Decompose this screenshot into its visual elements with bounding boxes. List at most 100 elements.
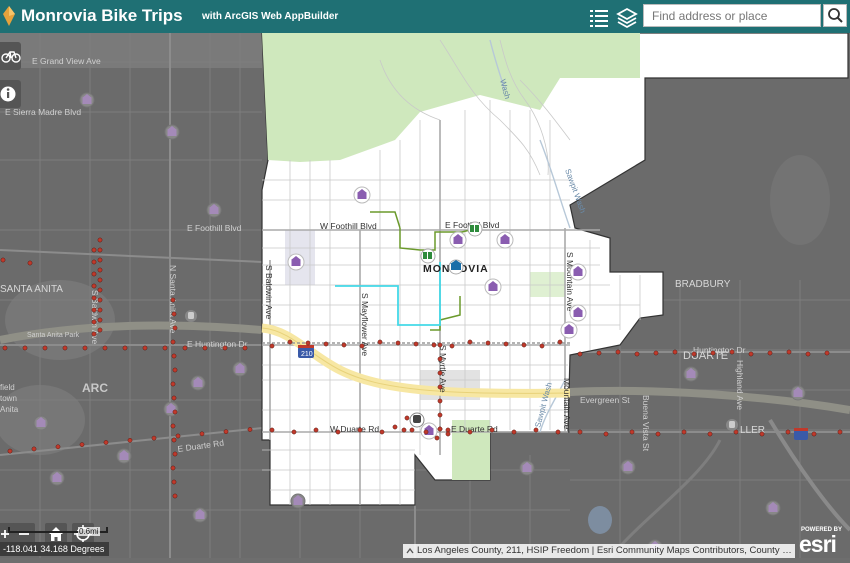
bike-widget-button[interactable] <box>0 42 21 70</box>
bike-trip-point[interactable] <box>91 247 97 253</box>
bike-trip-point[interactable] <box>305 340 311 346</box>
bike-trip-point[interactable] <box>91 259 97 265</box>
bike-trip-point[interactable] <box>786 349 792 355</box>
bike-trip-point[interactable] <box>91 307 97 313</box>
bike-trip-point[interactable] <box>521 342 527 348</box>
library-marker-2[interactable] <box>420 248 436 264</box>
bike-trip-point[interactable] <box>171 437 177 443</box>
school-poi-icon[interactable] <box>190 375 206 391</box>
bike-trip-point[interactable] <box>437 370 443 376</box>
bike-trip-point[interactable] <box>434 435 440 441</box>
bike-trip-point[interactable] <box>287 339 293 345</box>
bike-trip-point[interactable] <box>392 424 398 430</box>
bike-trip-point[interactable] <box>97 277 103 283</box>
bike-trip-point[interactable] <box>629 429 635 435</box>
bike-trip-point[interactable] <box>82 345 88 351</box>
bike-trip-point[interactable] <box>172 325 178 331</box>
bike-trip-point[interactable] <box>423 429 429 435</box>
layer-list-button[interactable] <box>586 4 612 30</box>
bike-trip-point[interactable] <box>824 350 830 356</box>
esri-logo[interactable]: POWERED BY esri <box>797 527 847 557</box>
school-poi-icon[interactable] <box>287 253 305 271</box>
bike-trip-point[interactable] <box>42 345 48 351</box>
bike-trip-point[interactable] <box>22 345 28 351</box>
bike-trip-point[interactable] <box>672 349 678 355</box>
bike-trip-point[interactable] <box>27 260 33 266</box>
bike-trip-point[interactable] <box>97 297 103 303</box>
bike-trip-point[interactable] <box>467 339 473 345</box>
bike-trip-point[interactable] <box>437 384 443 390</box>
bike-trip-point[interactable] <box>748 351 754 357</box>
bike-trip-point[interactable] <box>170 297 176 303</box>
school-poi-icon[interactable] <box>116 448 132 464</box>
bike-trip-point[interactable] <box>634 351 640 357</box>
bike-trip-point[interactable] <box>91 271 97 277</box>
bike-trip-point[interactable] <box>97 267 103 273</box>
bike-trip-point[interactable] <box>811 431 817 437</box>
bike-trip-point[interactable] <box>182 345 188 351</box>
bike-trip-point[interactable] <box>557 339 563 345</box>
map-view[interactable]: 210 E Grand View Ave E Sierra Madre Blvd… <box>0 32 850 559</box>
bike-trip-point[interactable] <box>437 426 443 432</box>
school-poi-icon[interactable] <box>192 507 208 523</box>
school-poi-icon[interactable] <box>232 361 248 377</box>
school-poi-icon[interactable] <box>79 92 95 108</box>
bike-trip-point[interactable] <box>2 345 8 351</box>
bike-trip-point[interactable] <box>172 493 178 499</box>
bike-trip-point[interactable] <box>533 427 539 433</box>
bike-trip-point[interactable] <box>313 427 319 433</box>
bike-trip-point[interactable] <box>170 381 176 387</box>
bike-trip-point[interactable] <box>55 444 61 450</box>
bike-trip-point[interactable] <box>127 437 133 443</box>
bike-trip-point[interactable] <box>431 342 437 348</box>
library-marker[interactable] <box>467 221 483 237</box>
bike-trip-point[interactable] <box>357 427 363 433</box>
bike-trip-point[interactable] <box>172 451 178 457</box>
bike-trip-point[interactable] <box>170 465 176 471</box>
bike-trip-point[interactable] <box>437 356 443 362</box>
school-poi-icon[interactable] <box>790 385 806 401</box>
bike-trip-point[interactable] <box>837 429 843 435</box>
bike-trip-point[interactable] <box>511 429 517 435</box>
bike-trip-point[interactable] <box>467 429 473 435</box>
school-poi-icon[interactable] <box>569 304 587 322</box>
bike-trip-point[interactable] <box>395 340 401 346</box>
bike-trip-point[interactable] <box>247 427 253 432</box>
bike-trip-point[interactable] <box>151 435 157 441</box>
school-poi-icon[interactable] <box>420 422 438 440</box>
bike-trip-point[interactable] <box>437 412 443 418</box>
bike-trip-point[interactable] <box>172 367 178 373</box>
bike-trip-point[interactable] <box>335 429 341 435</box>
search-input[interactable] <box>650 5 824 27</box>
attribution-toggle-icon[interactable] <box>406 547 414 555</box>
bike-trip-point[interactable] <box>91 295 97 301</box>
map-canvas[interactable]: 210 E Grand View Ave E Sierra Madre Blvd… <box>0 32 850 559</box>
school-poi-icon[interactable] <box>569 263 587 281</box>
bike-trip-point[interactable] <box>269 343 275 349</box>
bike-trip-point[interactable] <box>142 345 148 351</box>
bike-trip-point[interactable] <box>222 345 228 351</box>
bike-trip-point[interactable] <box>170 423 176 429</box>
bike-trip-point[interactable] <box>359 343 365 349</box>
school-poi-icon[interactable] <box>290 493 306 509</box>
bike-trip-point[interactable] <box>323 341 329 347</box>
bike-trip-point[interactable] <box>122 345 128 351</box>
school-poi-icon[interactable] <box>683 366 699 382</box>
bike-trip-point[interactable] <box>785 429 791 435</box>
bike-trip-point[interactable] <box>103 440 109 445</box>
bike-trip-point[interactable] <box>91 283 97 289</box>
school-poi-icon[interactable] <box>449 231 467 249</box>
bike-trip-point[interactable] <box>97 247 103 253</box>
civic-marker[interactable] <box>448 259 464 275</box>
bike-trip-point[interactable] <box>653 350 659 356</box>
bike-trip-point[interactable] <box>596 350 602 356</box>
bike-trip-point[interactable] <box>175 433 181 439</box>
bike-trip-point[interactable] <box>707 431 713 437</box>
bike-trip-point[interactable] <box>437 342 443 348</box>
bike-trip-point[interactable] <box>97 317 103 323</box>
bike-trip-point[interactable] <box>91 331 97 337</box>
bike-trip-point[interactable] <box>97 257 103 263</box>
bike-trip-point[interactable] <box>171 395 177 401</box>
bike-trip-point[interactable] <box>377 339 383 345</box>
search-button[interactable] <box>823 4 847 27</box>
